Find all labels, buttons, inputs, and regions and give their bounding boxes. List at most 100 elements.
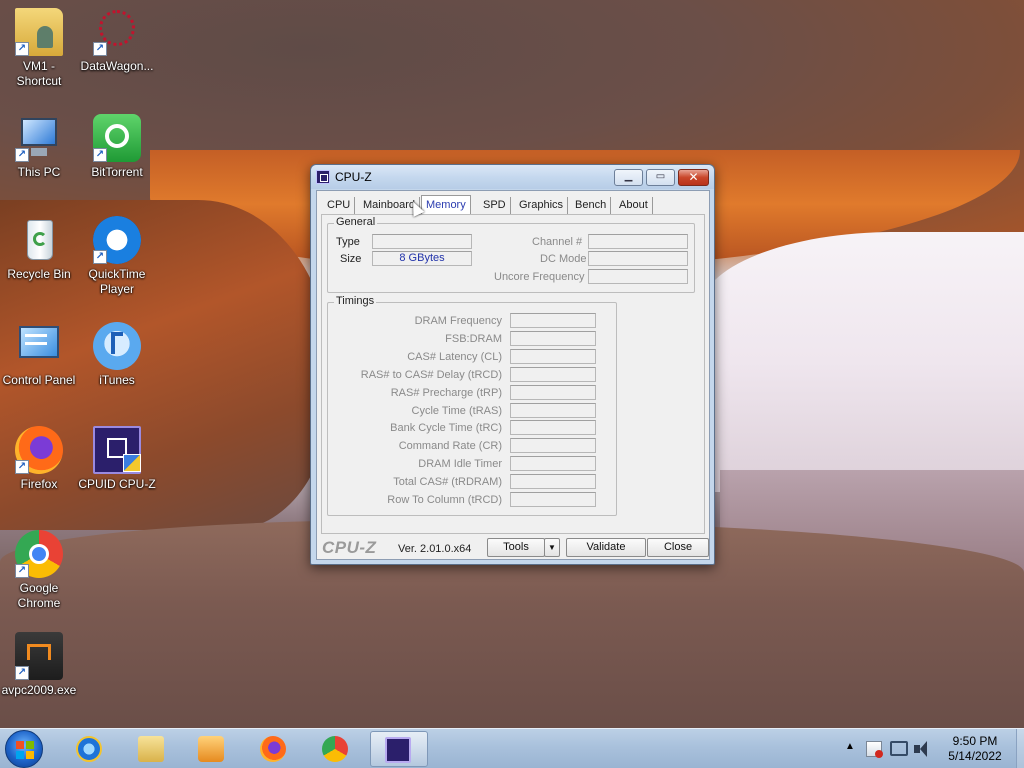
maximize-icon: ▭ xyxy=(655,171,666,182)
taskbar-cpuz[interactable] xyxy=(370,731,428,767)
cpuz-brand-logo: CPU-Z xyxy=(322,538,377,557)
uncore-frequency-label: Uncore Frequency xyxy=(494,271,585,283)
cpuz-icon xyxy=(93,426,141,474)
tab-spd[interactable]: SPD xyxy=(479,197,511,215)
dc-mode-field xyxy=(588,251,688,266)
desktop-icon-recycle-bin[interactable]: Recycle Bin xyxy=(0,216,78,282)
taskbar-internet-explorer[interactable] xyxy=(62,731,116,767)
timing-field xyxy=(510,456,596,472)
system-clock[interactable]: 9:50 PM 5/14/2022 xyxy=(940,734,1010,764)
timing-label: Command Rate (CR) xyxy=(398,440,502,453)
maximize-button[interactable]: ▭ xyxy=(646,169,675,186)
start-button[interactable] xyxy=(5,730,43,768)
timing-label: DRAM Idle Timer xyxy=(418,458,502,471)
timing-field xyxy=(510,402,596,418)
dc-mode-label: DC Mode xyxy=(540,253,587,265)
timing-label: FSB:DRAM xyxy=(445,332,502,345)
taskbar-chrome[interactable] xyxy=(308,731,362,767)
timing-field xyxy=(510,420,596,436)
action-center-flag-icon[interactable] xyxy=(866,741,883,758)
cpuz-icon xyxy=(385,737,411,763)
timing-label: Cycle Time (tRAS) xyxy=(411,404,502,417)
desktop-icon-avpc2009[interactable]: ↗ avpc2009.exe xyxy=(0,632,78,698)
desktop-icon-datawagon[interactable]: ↗ DataWagon... xyxy=(78,8,156,74)
tab-about[interactable]: About xyxy=(615,197,653,215)
timing-field xyxy=(510,348,596,364)
volume-icon[interactable] xyxy=(914,741,930,757)
quicktime-icon: ↗ xyxy=(93,216,141,264)
timing-label: Row To Column (tRCD) xyxy=(387,494,502,506)
installer-icon: ↗ xyxy=(15,632,63,680)
timing-label: RAS# to CAS# Delay (tRCD) xyxy=(360,368,502,381)
tab-cpu[interactable]: CPU xyxy=(323,197,356,215)
timing-field xyxy=(510,366,596,382)
desktop-icon-bittorrent[interactable]: ↗ BitTorrent xyxy=(78,114,156,180)
chrome-icon: ↗ xyxy=(15,530,63,578)
window-title: CPU-Z xyxy=(335,170,372,184)
desktop-icon-itunes[interactable]: iTunes xyxy=(78,322,156,388)
bittorrent-icon: ↗ xyxy=(93,114,141,162)
control-panel-icon xyxy=(15,322,63,370)
taskbar-firefox[interactable] xyxy=(246,731,300,767)
itunes-icon xyxy=(93,322,141,370)
timing-field xyxy=(510,438,596,454)
chrome-icon xyxy=(322,736,348,762)
wallpaper-sky xyxy=(700,232,1024,492)
timing-field xyxy=(510,384,596,400)
timing-label: Total CAS# (tRDRAM) xyxy=(393,476,502,489)
computer-icon: ↗ xyxy=(15,114,63,162)
version-text: Ver. 2.01.0.x64 xyxy=(398,543,472,555)
tools-dropdown-button[interactable]: ▼ xyxy=(544,538,560,557)
recycle-bin-icon xyxy=(15,216,63,264)
timing-field xyxy=(510,474,596,490)
cpuz-window[interactable]: CPU-Z ▁ ▭ ✕ CPU Mainboard Memory SPD Gra… xyxy=(310,164,715,565)
window-client: CPU Mainboard Memory SPD Graphics Bench … xyxy=(316,190,710,560)
desktop-icon-vm1-shortcut[interactable]: ↗ VM1 - Shortcut xyxy=(0,8,78,89)
memory-page: General Type Size 8 GBytes Channel # DC … xyxy=(321,214,705,534)
tab-bench[interactable]: Bench xyxy=(571,197,612,215)
channel-label: Channel # xyxy=(532,236,583,248)
folder-icon xyxy=(138,736,164,762)
desktop-icon-this-pc[interactable]: ↗ This PC xyxy=(0,114,78,180)
network-icon[interactable] xyxy=(890,741,908,756)
timings-legend: Timings xyxy=(334,295,377,307)
desktop-icon-google-chrome[interactable]: ↗ Google Chrome xyxy=(0,530,78,611)
tab-graphics[interactable]: Graphics xyxy=(515,197,569,215)
media-player-icon xyxy=(198,736,224,762)
timing-field xyxy=(510,330,596,346)
cpuz-app-icon xyxy=(316,170,330,184)
timing-label: DRAM Frequency xyxy=(414,315,502,327)
folder-user-icon: ↗ xyxy=(15,8,63,56)
desktop-icon-control-panel[interactable]: Control Panel xyxy=(0,322,78,388)
title-bar[interactable]: CPU-Z ▁ ▭ ✕ xyxy=(311,165,714,189)
windows-logo-icon xyxy=(16,741,24,749)
datawagon-icon: ↗ xyxy=(93,8,141,56)
close-button[interactable]: Close xyxy=(647,538,709,557)
clock-time: 9:50 PM xyxy=(952,734,998,748)
type-field xyxy=(372,234,472,249)
general-group: General Type Size 8 GBytes Channel # DC … xyxy=(327,216,695,293)
timing-field xyxy=(510,492,596,507)
taskbar-media-player[interactable] xyxy=(184,731,238,767)
internet-explorer-icon xyxy=(76,736,102,762)
show-hidden-icons-button[interactable]: ▲ xyxy=(845,741,855,768)
timing-label: RAS# Precharge (tRP) xyxy=(390,386,502,399)
tools-button[interactable]: Tools xyxy=(487,538,545,557)
minimize-icon: ▁ xyxy=(624,171,633,182)
window-footer: CPU-Z Ver. 2.01.0.x64 Tools ▼ Validate C… xyxy=(317,535,709,559)
firefox-icon: ↗ xyxy=(15,426,63,474)
desktop-icon-cpuid-cpuz[interactable]: CPUID CPU-Z xyxy=(78,426,156,492)
chevron-down-icon: ▼ xyxy=(548,543,556,552)
type-label: Type xyxy=(336,236,360,248)
validate-button[interactable]: Validate xyxy=(566,538,646,557)
taskbar-file-explorer[interactable] xyxy=(124,731,178,767)
minimize-button[interactable]: ▁ xyxy=(614,169,643,186)
desktop-icon-quicktime[interactable]: ↗ QuickTime Player xyxy=(78,216,156,297)
channel-field xyxy=(588,234,688,249)
timing-label: Bank Cycle Time (tRC) xyxy=(390,422,502,435)
desktop-icon-firefox[interactable]: ↗ Firefox xyxy=(0,426,78,492)
close-window-button[interactable]: ✕ xyxy=(678,169,709,186)
taskbar: ▲ 9:50 PM 5/14/2022 xyxy=(0,728,1024,768)
show-desktop-button[interactable] xyxy=(1016,729,1024,768)
uncore-frequency-field xyxy=(588,269,688,284)
